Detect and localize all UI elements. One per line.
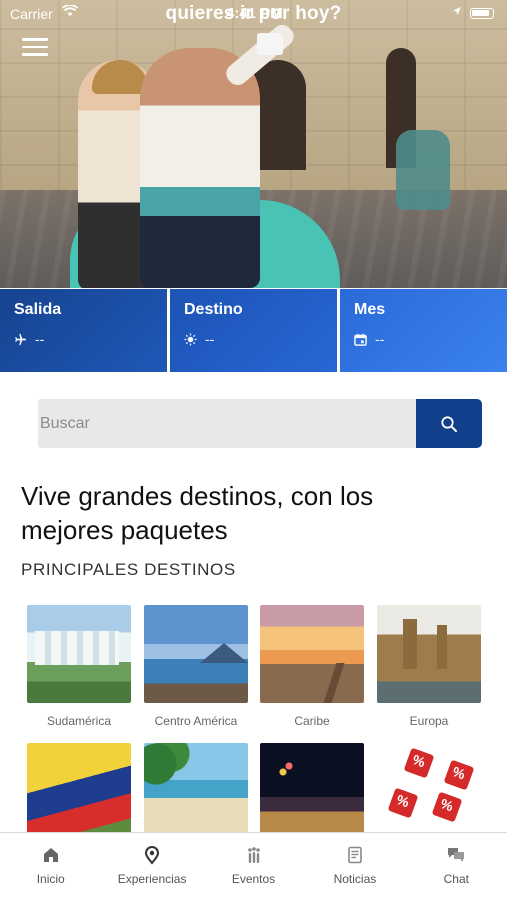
destination-card[interactable]: Caribe — [260, 605, 364, 728]
filter-label: Mes — [354, 301, 386, 318]
tab-label: Experiencias — [117, 872, 187, 886]
hero-image — [0, 0, 507, 288]
destination-image — [377, 743, 481, 841]
dice-shape — [387, 787, 419, 819]
destination-card[interactable]: Sudamérica — [27, 605, 131, 728]
destination-card[interactable]: Europa — [377, 605, 481, 728]
battery-icon — [470, 8, 494, 19]
search-bar — [38, 399, 482, 448]
location-arrow-icon — [452, 6, 462, 19]
carrier-label: Carrier — [10, 6, 53, 22]
page-headline: Vive grandes destinos, con los mejores p… — [21, 481, 374, 545]
destination-image — [27, 605, 131, 703]
destination-label: Centro América — [154, 714, 238, 728]
dice-shape — [403, 747, 435, 779]
calendar-icon — [354, 333, 367, 346]
tab-eventos[interactable]: Eventos — [203, 833, 304, 900]
trip-filters: Salida -- Destino -- Mes -- — [0, 289, 507, 372]
sun-icon — [184, 332, 197, 346]
tab-experiencias[interactable]: Experiencias — [101, 833, 202, 900]
filter-label: Salida — [14, 301, 62, 318]
tab-inicio[interactable]: Inicio — [0, 833, 101, 900]
search-input[interactable] — [38, 399, 416, 448]
search-icon — [441, 415, 457, 432]
hero-background-scooter — [396, 130, 450, 210]
dice-shape — [443, 759, 475, 791]
tab-chat[interactable]: Chat — [406, 833, 507, 900]
filter-salida[interactable]: Salida -- — [0, 289, 167, 372]
airplane-icon — [15, 333, 27, 345]
filter-value: -- — [205, 331, 215, 347]
tab-label: Inicio — [36, 872, 65, 886]
hamburger-line — [22, 38, 48, 41]
destination-image — [144, 743, 248, 841]
section-title: PRINCIPALES DESTINOS — [21, 560, 236, 579]
destination-image — [260, 743, 364, 841]
home-icon — [43, 848, 58, 862]
news-icon — [348, 846, 362, 864]
destination-card[interactable]: Centro América — [144, 605, 248, 728]
search-button[interactable] — [416, 399, 482, 448]
hero-phone — [257, 33, 283, 55]
destination-image — [260, 605, 364, 703]
status-bar: Carrier 4:41 PM — [0, 0, 507, 30]
tab-label: Eventos — [231, 872, 276, 886]
destination-image — [377, 605, 481, 703]
filter-value: -- — [35, 331, 45, 347]
status-time: 4:41 PM — [226, 5, 283, 22]
dice-shape — [431, 791, 463, 823]
hamburger-line — [22, 53, 48, 56]
events-icon — [247, 847, 260, 863]
chat-icon — [448, 848, 465, 862]
wifi-icon — [61, 4, 79, 20]
filter-label: Destino — [184, 301, 243, 318]
tab-noticias[interactable]: Noticias — [304, 833, 405, 900]
filter-value: -- — [375, 331, 385, 347]
bottom-tab-bar: Inicio Experiencias Eventos Noticias Cha… — [0, 832, 507, 900]
destination-label: Europa — [409, 714, 449, 728]
map-pin-icon — [145, 846, 160, 865]
destination-image — [27, 743, 131, 841]
destination-label: Caribe — [294, 714, 330, 728]
hamburger-line — [22, 45, 48, 48]
hamburger-menu-button[interactable] — [22, 38, 48, 56]
destination-image — [144, 605, 248, 703]
tab-label: Noticias — [333, 872, 377, 886]
filter-destino[interactable]: Destino -- — [170, 289, 337, 372]
destination-label: Sudamérica — [46, 714, 112, 728]
tab-label: Chat — [443, 872, 469, 886]
filter-mes[interactable]: Mes -- — [340, 289, 507, 372]
